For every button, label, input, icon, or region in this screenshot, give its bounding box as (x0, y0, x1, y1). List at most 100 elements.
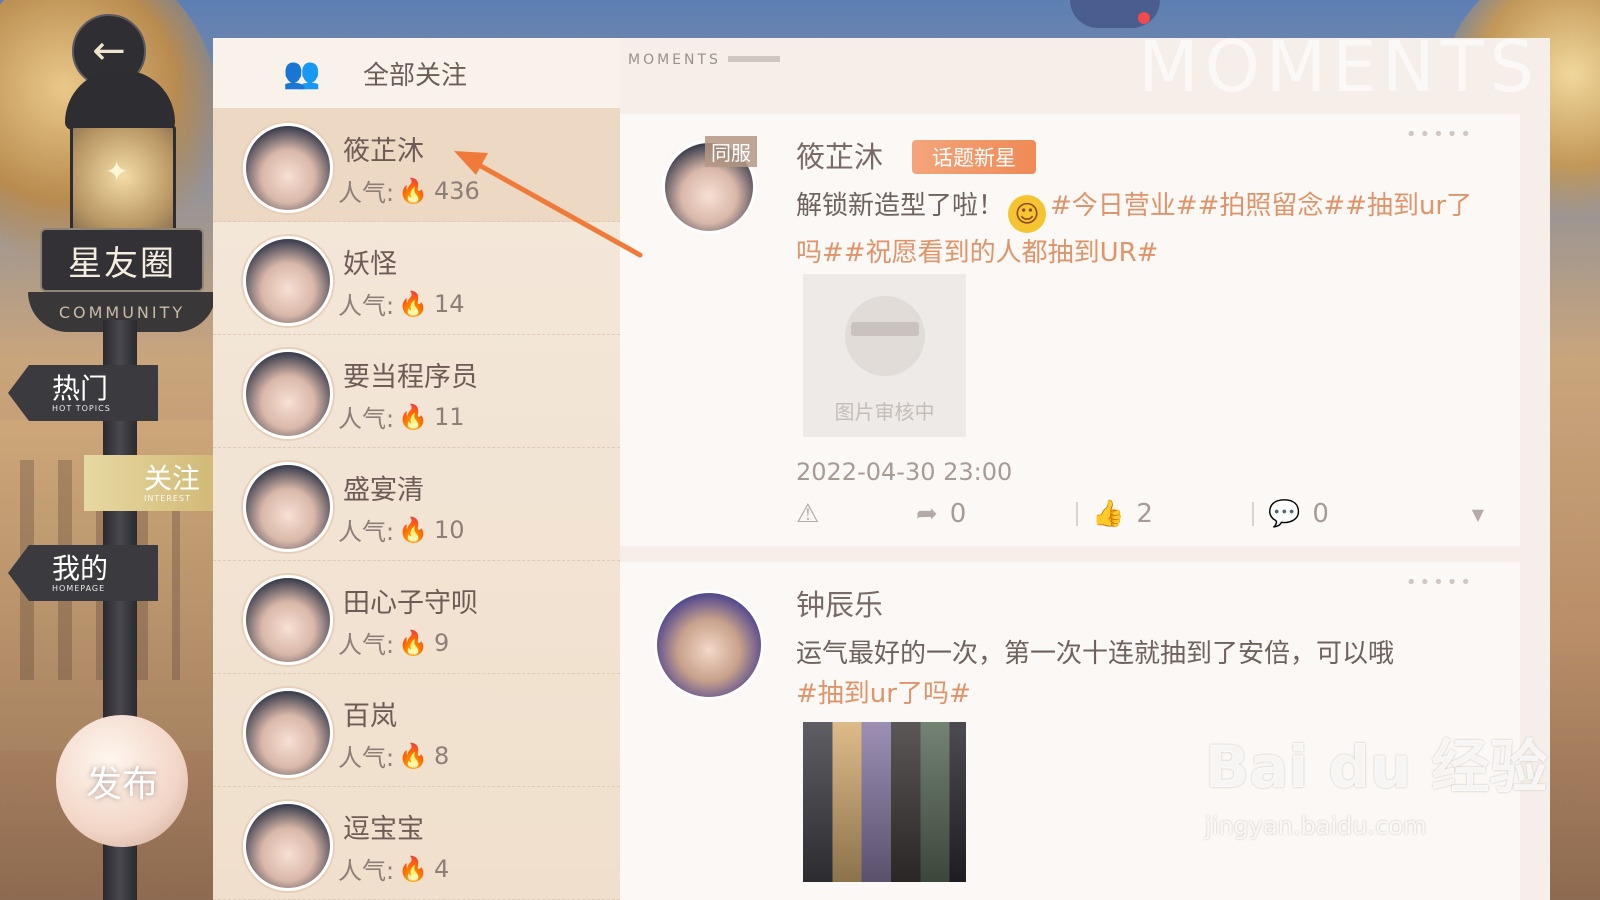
popularity-label: 人气: (338, 292, 395, 320)
popularity-value: 9 (433, 628, 450, 657)
share-count: 0 (949, 499, 967, 529)
friend-item[interactable]: 田心子守呗 人气: 🔥 9 (213, 561, 620, 674)
sunglasses-icon (851, 322, 919, 336)
popularity-value: 10 (433, 515, 465, 544)
friend-popularity: 人气: 🔥 14 (338, 286, 465, 321)
comment-count: 0 (1312, 499, 1329, 529)
post-actions: ⚠ ➦ 0 👍 2 💬 0 ▼ (796, 494, 1496, 534)
flame-icon: 🔥 (398, 741, 428, 770)
friend-popularity: 人气: 🔥 436 (338, 173, 480, 208)
popularity-label: 人气: (338, 179, 395, 207)
avatar (243, 575, 333, 665)
users-icon: 👥 (283, 55, 321, 91)
community-title: 星友圈 (40, 228, 204, 292)
topic-star-badge: 话题新星 (912, 140, 1036, 174)
friend-name: 要当程序员 (343, 362, 478, 393)
avatar (243, 123, 333, 213)
like-count: 2 (1136, 499, 1153, 529)
popularity-value: 11 (433, 402, 465, 431)
grin-emoji-icon: ☺ (1008, 195, 1047, 233)
follow-list-header[interactable]: 👥 全部关注 (213, 38, 620, 109)
post-text-body: 解锁新造型了啦！ (796, 191, 1005, 221)
more-options-icon[interactable]: ••••• (1406, 572, 1474, 593)
moment-post: 同服 筱芷沐 话题新星 ••••• 解锁新造型了啦！ ☺ #今日营业##拍照留念##… (620, 114, 1520, 546)
post-image[interactable] (803, 722, 966, 882)
post-hashtags[interactable]: #抽到ur了吗# (796, 679, 971, 709)
comment-button[interactable]: 💬 0 (1254, 499, 1448, 529)
friend-item[interactable]: 盛宴清 人气: 🔥 10 (213, 448, 620, 561)
friend-popularity: 人气: 🔥 10 (338, 512, 465, 547)
nav-hot-sub: HOT TOPICS (52, 403, 111, 413)
friend-name: 妖怪 (343, 249, 397, 280)
nav-hot-label: 热门 (52, 371, 109, 405)
report-button[interactable]: ⚠ (796, 499, 916, 529)
friend-name: 逗宝宝 (343, 814, 424, 845)
avatar (243, 349, 333, 439)
moments-watermark: MOMENTS (1138, 26, 1540, 108)
post-author[interactable]: 钟辰乐 (796, 582, 883, 624)
post-timestamp: 2022-04-30 23:00 (796, 458, 1013, 486)
like-button[interactable]: 👍 2 (1078, 499, 1252, 529)
flame-icon: 🔥 (398, 176, 428, 205)
popularity-value: 436 (433, 176, 480, 205)
friend-item[interactable]: 妖怪 人气: 🔥 14 (213, 222, 620, 335)
avatar (243, 236, 333, 326)
popularity-value: 4 (433, 854, 450, 883)
friend-popularity: 人气: 🔥 9 (338, 625, 449, 660)
moments-label: MOMENTS (628, 52, 721, 68)
follow-list-title: 全部关注 (363, 60, 468, 91)
image-review-caption: 图片审核中 (834, 400, 935, 424)
friend-popularity: 人气: 🔥 11 (338, 399, 465, 434)
baidu-watermark-url: jingyan.baidu.com (1205, 812, 1427, 840)
expand-button[interactable]: ▼ (1472, 505, 1496, 524)
popularity-label: 人气: (338, 744, 395, 772)
popularity-label: 人气: (338, 631, 395, 659)
friend-popularity: 人气: 🔥 4 (338, 851, 449, 886)
warning-icon: ⚠ (796, 499, 820, 529)
post-text: 解锁新造型了啦！ ☺ #今日营业##拍照留念##抽到ur了吗##祝愿看到的人都抽到U… (796, 186, 1486, 273)
friend-name: 盛宴清 (343, 475, 424, 506)
friend-item[interactable]: 要当程序员 人气: 🔥 11 (213, 335, 620, 448)
baidu-watermark: Bai du 经验 (1205, 733, 1548, 801)
popularity-value: 8 (433, 741, 450, 770)
share-button[interactable]: ➦ 0 (916, 499, 1076, 529)
flame-icon: 🔥 (398, 628, 428, 657)
flame-icon: 🔥 (398, 515, 428, 544)
post-text-body: 运气最好的一次，第一次十连就抽到了安倍，可以哦 (796, 639, 1395, 669)
avatar (243, 462, 333, 552)
nav-homepage[interactable]: 我的 HOMEPAGE (8, 545, 158, 601)
flame-icon: 🔥 (398, 854, 428, 883)
moments-bar (728, 56, 780, 62)
server-tag: 同服 (705, 136, 757, 167)
avatar (243, 801, 333, 891)
post-author[interactable]: 筱芷沐 (796, 134, 883, 176)
avatar (243, 688, 333, 778)
nav-homepage-sub: HOMEPAGE (52, 583, 106, 593)
sparkle-icon: ✦ (105, 155, 129, 188)
flame-icon: 🔥 (398, 289, 428, 318)
nav-hot-topics[interactable]: 热门 HOT TOPICS (8, 365, 158, 421)
popularity-label: 人气: (338, 405, 395, 433)
friend-item[interactable]: 百岚 人气: 🔥 8 (213, 674, 620, 787)
friend-item[interactable]: 筱芷沐 人气: 🔥 436 (213, 109, 620, 222)
more-options-icon[interactable]: ••••• (1406, 124, 1474, 145)
popularity-value: 14 (433, 289, 465, 318)
nav-homepage-label: 我的 (52, 551, 109, 585)
share-icon: ➦ (916, 499, 938, 529)
friend-name: 百岚 (343, 701, 397, 732)
publish-button[interactable]: 发布 (56, 715, 188, 847)
lamp-top (65, 70, 175, 130)
comment-icon: 💬 (1268, 499, 1301, 529)
friend-popularity: 人气: 🔥 8 (338, 738, 449, 773)
top-status-indicator (1070, 0, 1160, 28)
flame-icon: 🔥 (398, 402, 428, 431)
publish-label: 发布 (85, 764, 158, 805)
popularity-label: 人气: (338, 857, 395, 885)
friend-name: 田心子守呗 (343, 588, 478, 619)
post-avatar[interactable] (654, 590, 764, 700)
friend-item[interactable]: 逗宝宝 人气: 🔥 4 (213, 787, 620, 900)
chevron-down-icon: ▼ (1471, 504, 1484, 524)
post-text: 运气最好的一次，第一次十连就抽到了安倍，可以哦 #抽到ur了吗# (796, 634, 1486, 714)
post-image-under-review[interactable]: 图片审核中 (803, 274, 966, 437)
placeholder-cat-icon (845, 296, 925, 376)
